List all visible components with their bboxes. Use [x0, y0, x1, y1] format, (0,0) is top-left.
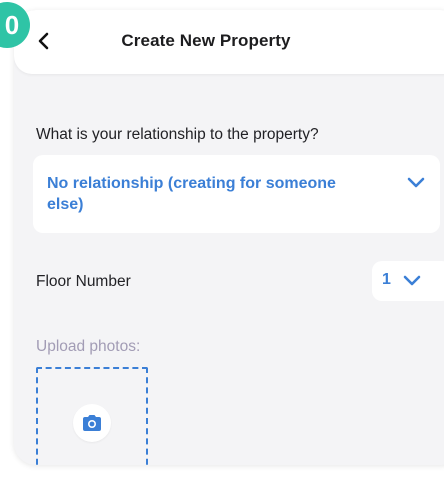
page-title: Create New Property	[121, 31, 291, 50]
camera-button[interactable]	[73, 404, 111, 442]
create-property-panel: Create New Property What is your relatio…	[14, 10, 444, 465]
floor-number-label: Floor Number	[36, 273, 131, 290]
relationship-dropdown[interactable]: No relationship (creating for someone el…	[33, 155, 440, 233]
chevron-down-icon	[407, 177, 425, 188]
header-bar: Create New Property	[14, 10, 444, 74]
relationship-selected-value: No relationship (creating for someone el…	[47, 175, 336, 213]
relationship-question: What is your relationship to the propert…	[36, 126, 319, 143]
floor-number-value: 1	[382, 271, 391, 288]
camera-icon	[83, 415, 101, 431]
floor-number-dropdown[interactable]: 1	[372, 261, 444, 301]
chevron-down-icon	[403, 275, 421, 286]
upload-photo-dropzone[interactable]	[36, 367, 148, 465]
upload-photos-label: Upload photos:	[36, 338, 141, 355]
screen: 0 Create New Property What is your relat…	[0, 0, 444, 479]
